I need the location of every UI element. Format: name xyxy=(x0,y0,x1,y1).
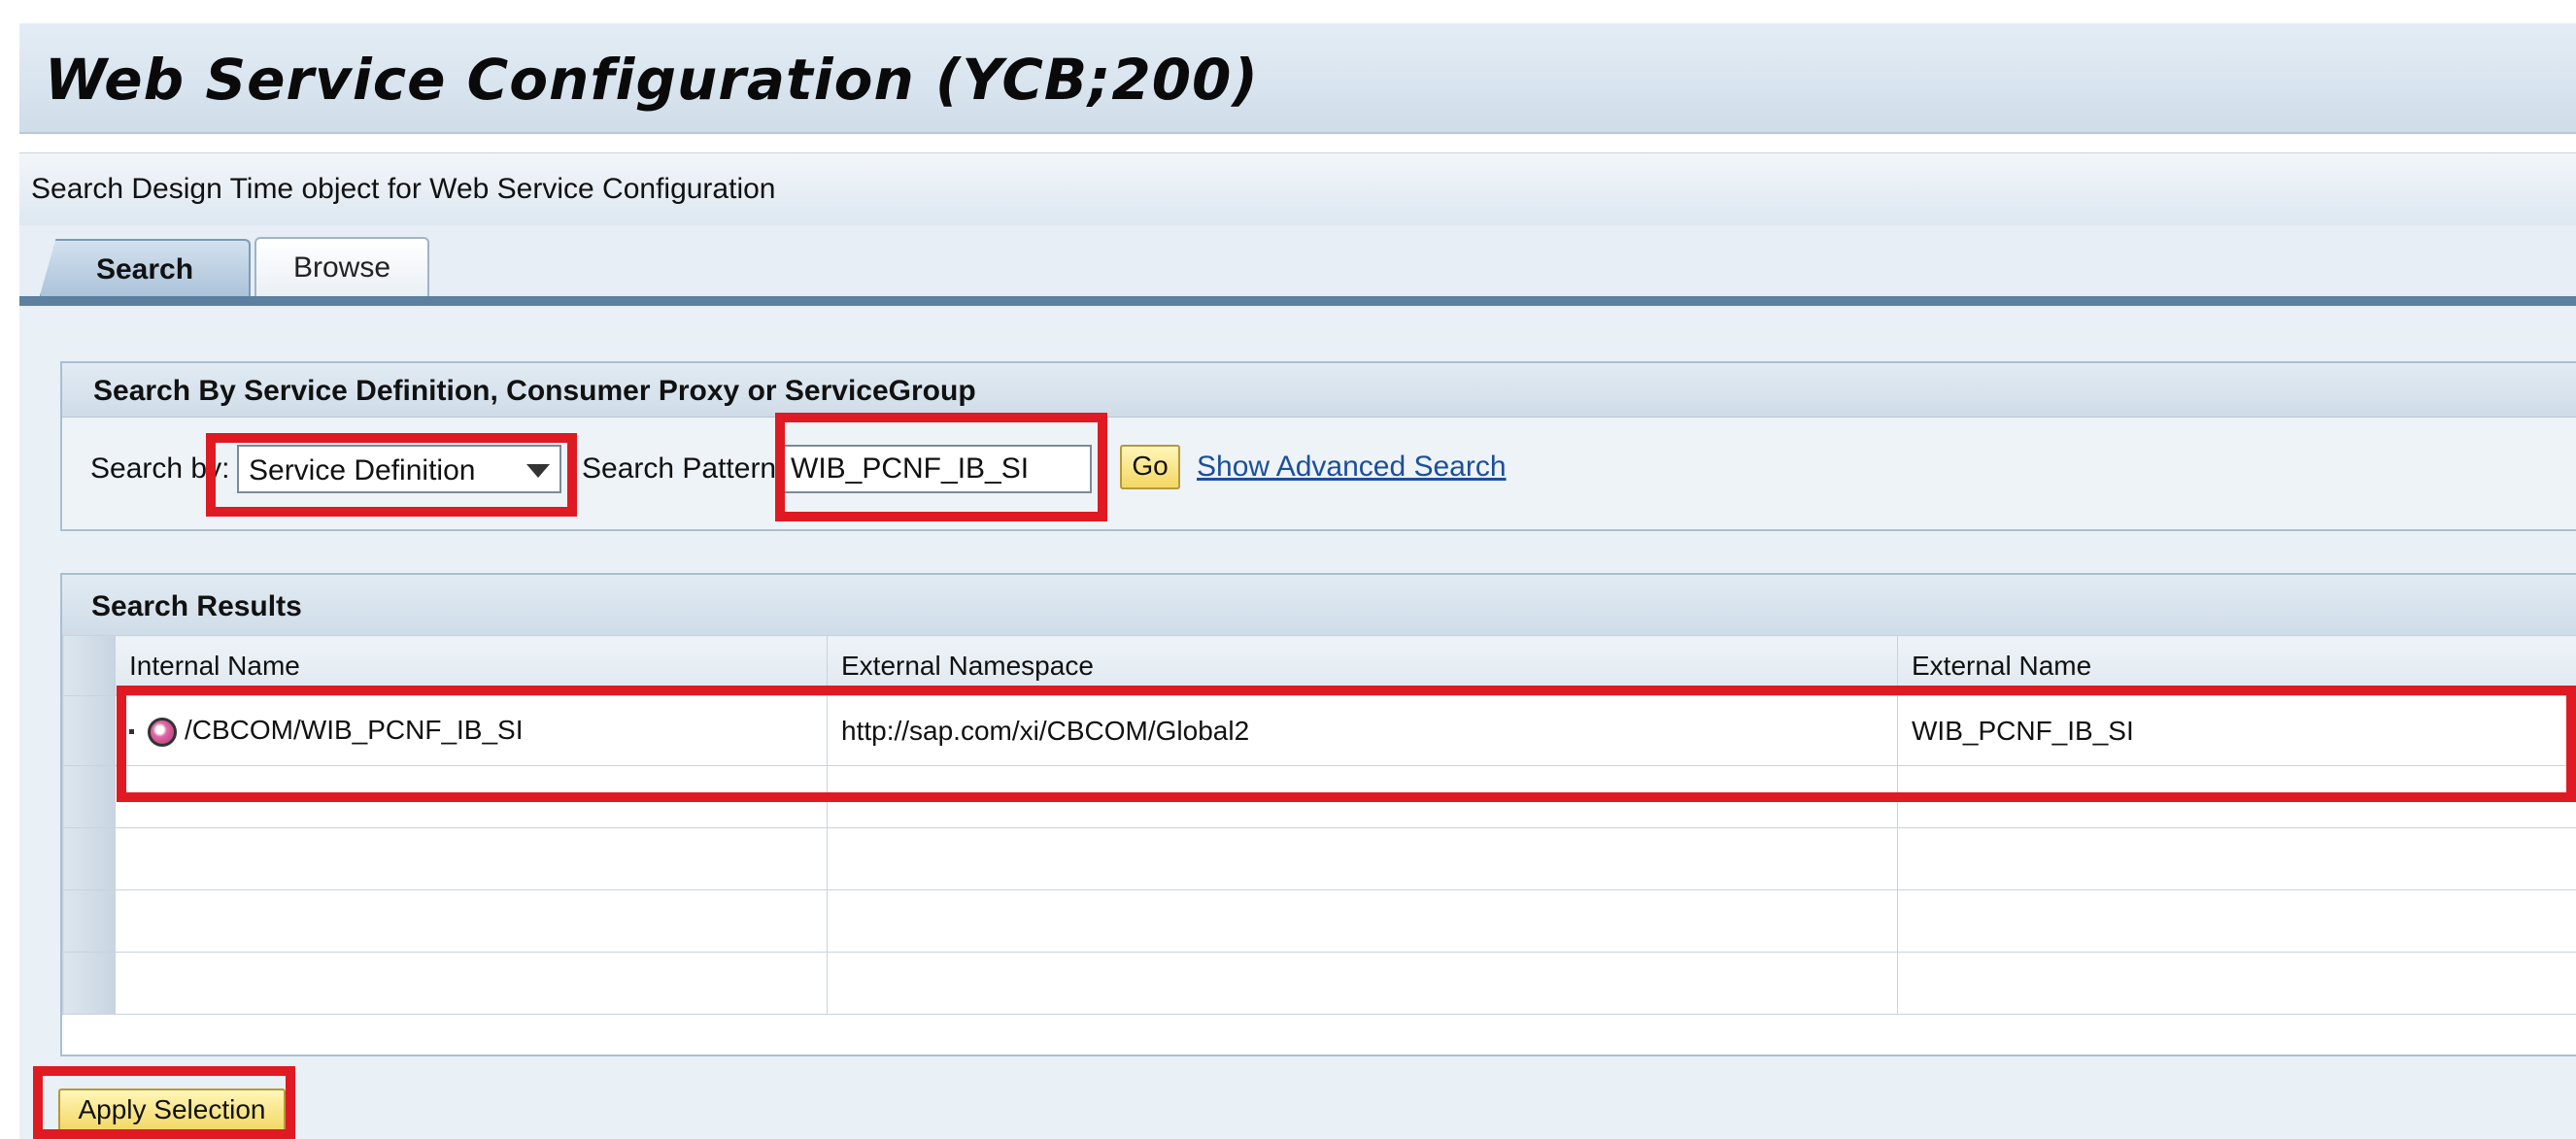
search-panel-header: Search By Service Definition, Consumer P… xyxy=(62,363,2576,418)
search-results-header: Search Results xyxy=(62,575,2576,636)
empty-cell xyxy=(1897,889,2576,953)
search-results-panel: Search Results Internal Name External Na… xyxy=(60,573,2576,1056)
tab-search[interactable]: Search xyxy=(39,239,251,299)
tab-divider xyxy=(19,296,2576,306)
subheader-text: Search Design Time object for Web Servic… xyxy=(31,173,776,205)
row-selector[interactable] xyxy=(62,827,116,890)
search-panel-title: Search By Service Definition, Consumer P… xyxy=(93,375,976,407)
empty-cell xyxy=(1897,827,2576,890)
row-selector[interactable] xyxy=(62,952,116,1015)
row-selector[interactable] xyxy=(62,765,116,828)
empty-cell xyxy=(827,952,1898,1015)
highlight-search-by xyxy=(206,433,577,517)
highlight-result-row xyxy=(117,686,2576,802)
empty-cell xyxy=(115,952,828,1015)
empty-cell xyxy=(1897,952,2576,1015)
empty-cell xyxy=(827,827,1898,890)
empty-cell xyxy=(115,889,828,953)
search-pattern-label: Search Pattern: xyxy=(582,452,785,485)
web-service-configuration-page: Web Service Configuration (YCB;200) Sear… xyxy=(0,0,2576,1139)
subheader: Search Design Time object for Web Servic… xyxy=(19,152,2576,227)
table-row-empty[interactable] xyxy=(62,827,2576,890)
table-row-empty[interactable] xyxy=(62,889,2576,953)
select-all-cell[interactable] xyxy=(62,635,116,696)
tab-browse[interactable]: Browse xyxy=(254,237,429,299)
table-row-empty[interactable] xyxy=(62,952,2576,1015)
highlight-apply-selection xyxy=(33,1066,295,1139)
go-button[interactable]: Go xyxy=(1120,445,1180,489)
show-advanced-search-link[interactable]: Show Advanced Search xyxy=(1197,451,1507,484)
highlight-search-pattern xyxy=(775,413,1107,521)
title-bar: Web Service Configuration (YCB;200) xyxy=(19,23,2576,134)
page-title: Web Service Configuration (YCB;200) xyxy=(45,47,1259,113)
empty-cell xyxy=(115,827,828,890)
row-selector[interactable] xyxy=(62,889,116,953)
row-selector[interactable] xyxy=(62,695,116,766)
empty-cell xyxy=(827,889,1898,953)
search-results-title: Search Results xyxy=(91,590,302,622)
